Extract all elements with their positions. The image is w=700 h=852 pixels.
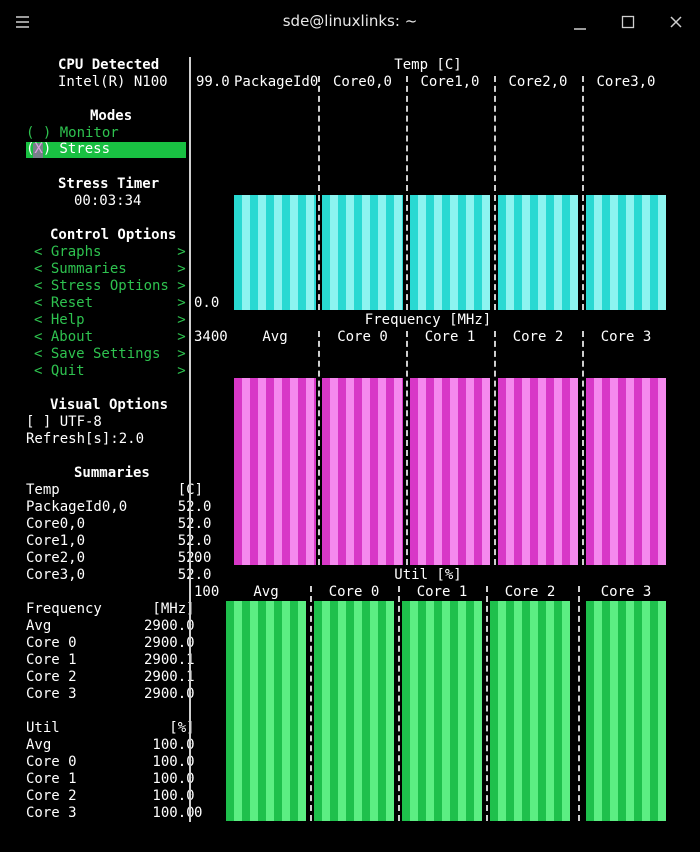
freq-bar [322, 378, 403, 565]
util-bar [586, 601, 666, 821]
stress-timer-heading: Stress Timer [58, 176, 160, 192]
freq-summary-row: Core 2 2900.1 [26, 669, 195, 685]
visual-options-heading: Visual Options [50, 397, 169, 413]
util-bar [226, 601, 306, 821]
util-summary-row: Core 3 100.0 [26, 805, 195, 821]
freq-y-max: 3400 [194, 329, 228, 345]
freq-bar [586, 378, 666, 565]
freq-bar [410, 378, 490, 565]
freq-column-label: Core 1 [424, 329, 476, 345]
util-column-label: Avg [253, 584, 279, 600]
menu-stress-options[interactable]: < Stress Options > [34, 278, 186, 295]
temp-summary-header: Temp [C] [26, 482, 204, 498]
util-bar [490, 601, 570, 821]
temp-column-label: Core3,0 [596, 74, 656, 90]
freq-column-label: Core 3 [600, 329, 652, 345]
temp-column-separator [318, 76, 321, 310]
temp-bar [234, 195, 316, 310]
util-y-min: 0 [194, 805, 203, 821]
freq-summary-header: Frequency [MHz] [26, 601, 195, 617]
temp-y-max: 99.0 [196, 74, 230, 90]
util-summary-header: Util [%] [26, 720, 195, 736]
cpu-name: Intel(R) N100 [58, 74, 168, 90]
menu-help[interactable]: < Help > [34, 312, 186, 329]
cpu-heading: CPU Detected [58, 57, 160, 73]
terminal-window: sde@linuxlinks: ~ CPU Detected Intel(R) … [0, 0, 700, 852]
temp-column-separator [406, 76, 409, 310]
util-column-label: Core 2 [504, 584, 556, 600]
menu-quit[interactable]: < Quit > [34, 363, 186, 380]
util-bar [402, 601, 482, 821]
util-column-separator [486, 586, 489, 821]
title-bar: sde@linuxlinks: ~ [0, 0, 700, 44]
freq-summary-row: Core 1 2900.1 [26, 652, 195, 668]
menu-summaries[interactable]: < Summaries > [34, 261, 186, 278]
temp-column-label: Core0,0 [332, 74, 392, 90]
utf8-checkbox[interactable]: [ ] UTF-8 [26, 414, 102, 431]
temp-summary-row: Core3,0 52.0 [26, 567, 212, 583]
summaries-heading: Summaries [74, 465, 150, 481]
mode-monitor-radio[interactable]: ( ) Monitor [26, 125, 119, 142]
temp-summary-row: Core2,0 52.0 [26, 550, 212, 566]
freq-column-separator [406, 331, 409, 565]
temp-column-separator [494, 76, 497, 310]
util-column-label: Core 0 [328, 584, 380, 600]
modes-heading: Modes [90, 108, 133, 124]
control-options-heading: Control Options [50, 227, 177, 243]
util-summary-row: Core 2 100.0 [26, 788, 195, 804]
maximize-icon[interactable] [616, 10, 640, 34]
util-bar [314, 601, 394, 821]
freq-column-separator [494, 331, 497, 565]
util-column-separator [310, 586, 313, 821]
util-column-separator [398, 586, 401, 821]
refresh-rate-field[interactable]: Refresh[s]:2.0 [26, 431, 144, 448]
mode-stress-radio[interactable]: (X) Stress [26, 141, 186, 158]
temp-bar [322, 195, 403, 310]
temp-column-label: Core2,0 [508, 74, 568, 90]
freq-column-label: Core 0 [337, 329, 388, 345]
util-graph-title: Util [%] [394, 567, 462, 583]
menu-save-settings[interactable]: < Save Settings > [34, 346, 186, 363]
freq-graph-title: Frequency [MHz] [364, 312, 492, 328]
freq-column-label: Avg [262, 329, 288, 345]
util-summary-row: Avg 100.0 [26, 737, 195, 753]
cursor-highlight [33, 143, 43, 158]
freq-summary-row: Core 3 2900.0 [26, 686, 195, 702]
util-summary-row: Core 1 100.0 [26, 771, 195, 787]
util-y-max: 100 [194, 584, 220, 600]
temp-summary-row: Core0,0 52.0 [26, 516, 212, 532]
freq-column-separator [582, 331, 585, 565]
freq-summary-row: Core 0 2900.0 [26, 635, 195, 651]
stress-radio-label: Stress [51, 141, 111, 157]
sidebar-divider [189, 57, 191, 822]
window-title: sde@linuxlinks: ~ [282, 12, 418, 30]
temp-column-separator [582, 76, 585, 310]
stress-timer-value: 00:03:34 [74, 193, 142, 209]
freq-bar [498, 378, 578, 565]
temp-bar [498, 195, 578, 310]
temp-column-label: Core1,0 [420, 74, 480, 90]
freq-column-label: Core 2 [512, 329, 564, 345]
menu-reset[interactable]: < Reset > [34, 295, 186, 312]
temp-column-label: PackageId0 [234, 74, 319, 90]
menu-about[interactable]: < About > [34, 329, 186, 346]
temp-summary-row: Core1,0 52.0 [26, 533, 212, 549]
util-column-label: Core 1 [416, 584, 468, 600]
util-column-label: Core 3 [600, 584, 652, 600]
freq-y-min: 0 [194, 550, 203, 566]
freq-bar [234, 378, 316, 565]
menu-graphs[interactable]: < Graphs > [34, 244, 186, 261]
close-icon[interactable] [664, 10, 688, 34]
temp-bar [586, 195, 666, 310]
temp-y-min: 0.0 [194, 295, 220, 311]
freq-summary-row: Avg 2900.0 [26, 618, 195, 634]
temp-bar [410, 195, 490, 310]
util-summary-row: Core 0 100.0 [26, 754, 195, 770]
temp-graph-title: Temp [C] [394, 57, 462, 73]
minimize-icon[interactable] [568, 10, 592, 34]
temp-summary-row: PackageId0,0 52.0 [26, 499, 212, 515]
util-column-separator [578, 586, 581, 821]
freq-column-separator [318, 331, 321, 565]
